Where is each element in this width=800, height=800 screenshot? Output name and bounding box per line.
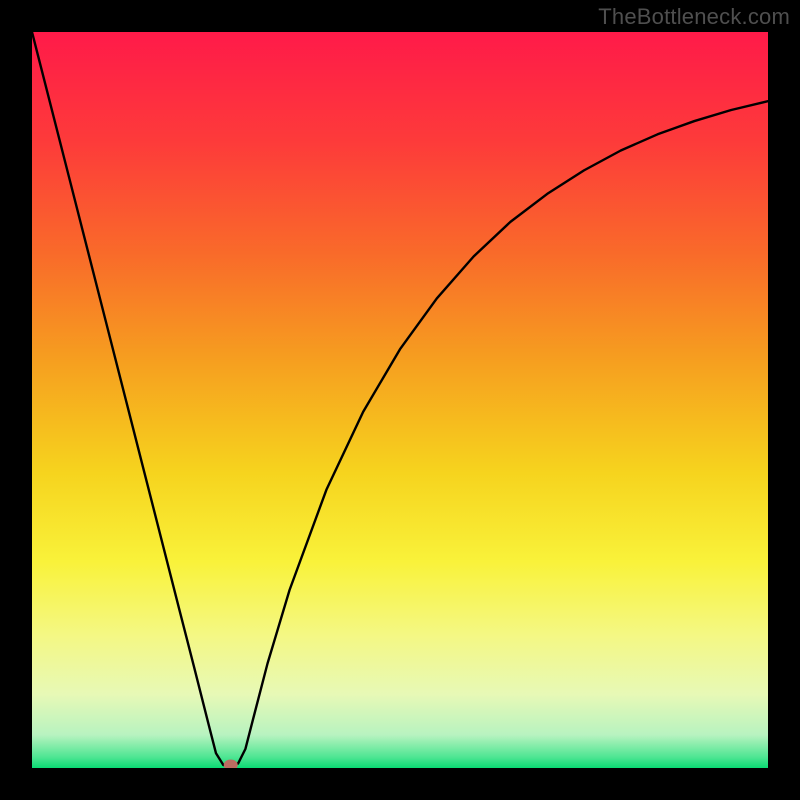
chart-svg bbox=[32, 32, 768, 768]
plot-area bbox=[32, 32, 768, 768]
chart-frame: TheBottleneck.com bbox=[0, 0, 800, 800]
gradient-background bbox=[32, 32, 768, 768]
watermark-text: TheBottleneck.com bbox=[598, 4, 790, 30]
